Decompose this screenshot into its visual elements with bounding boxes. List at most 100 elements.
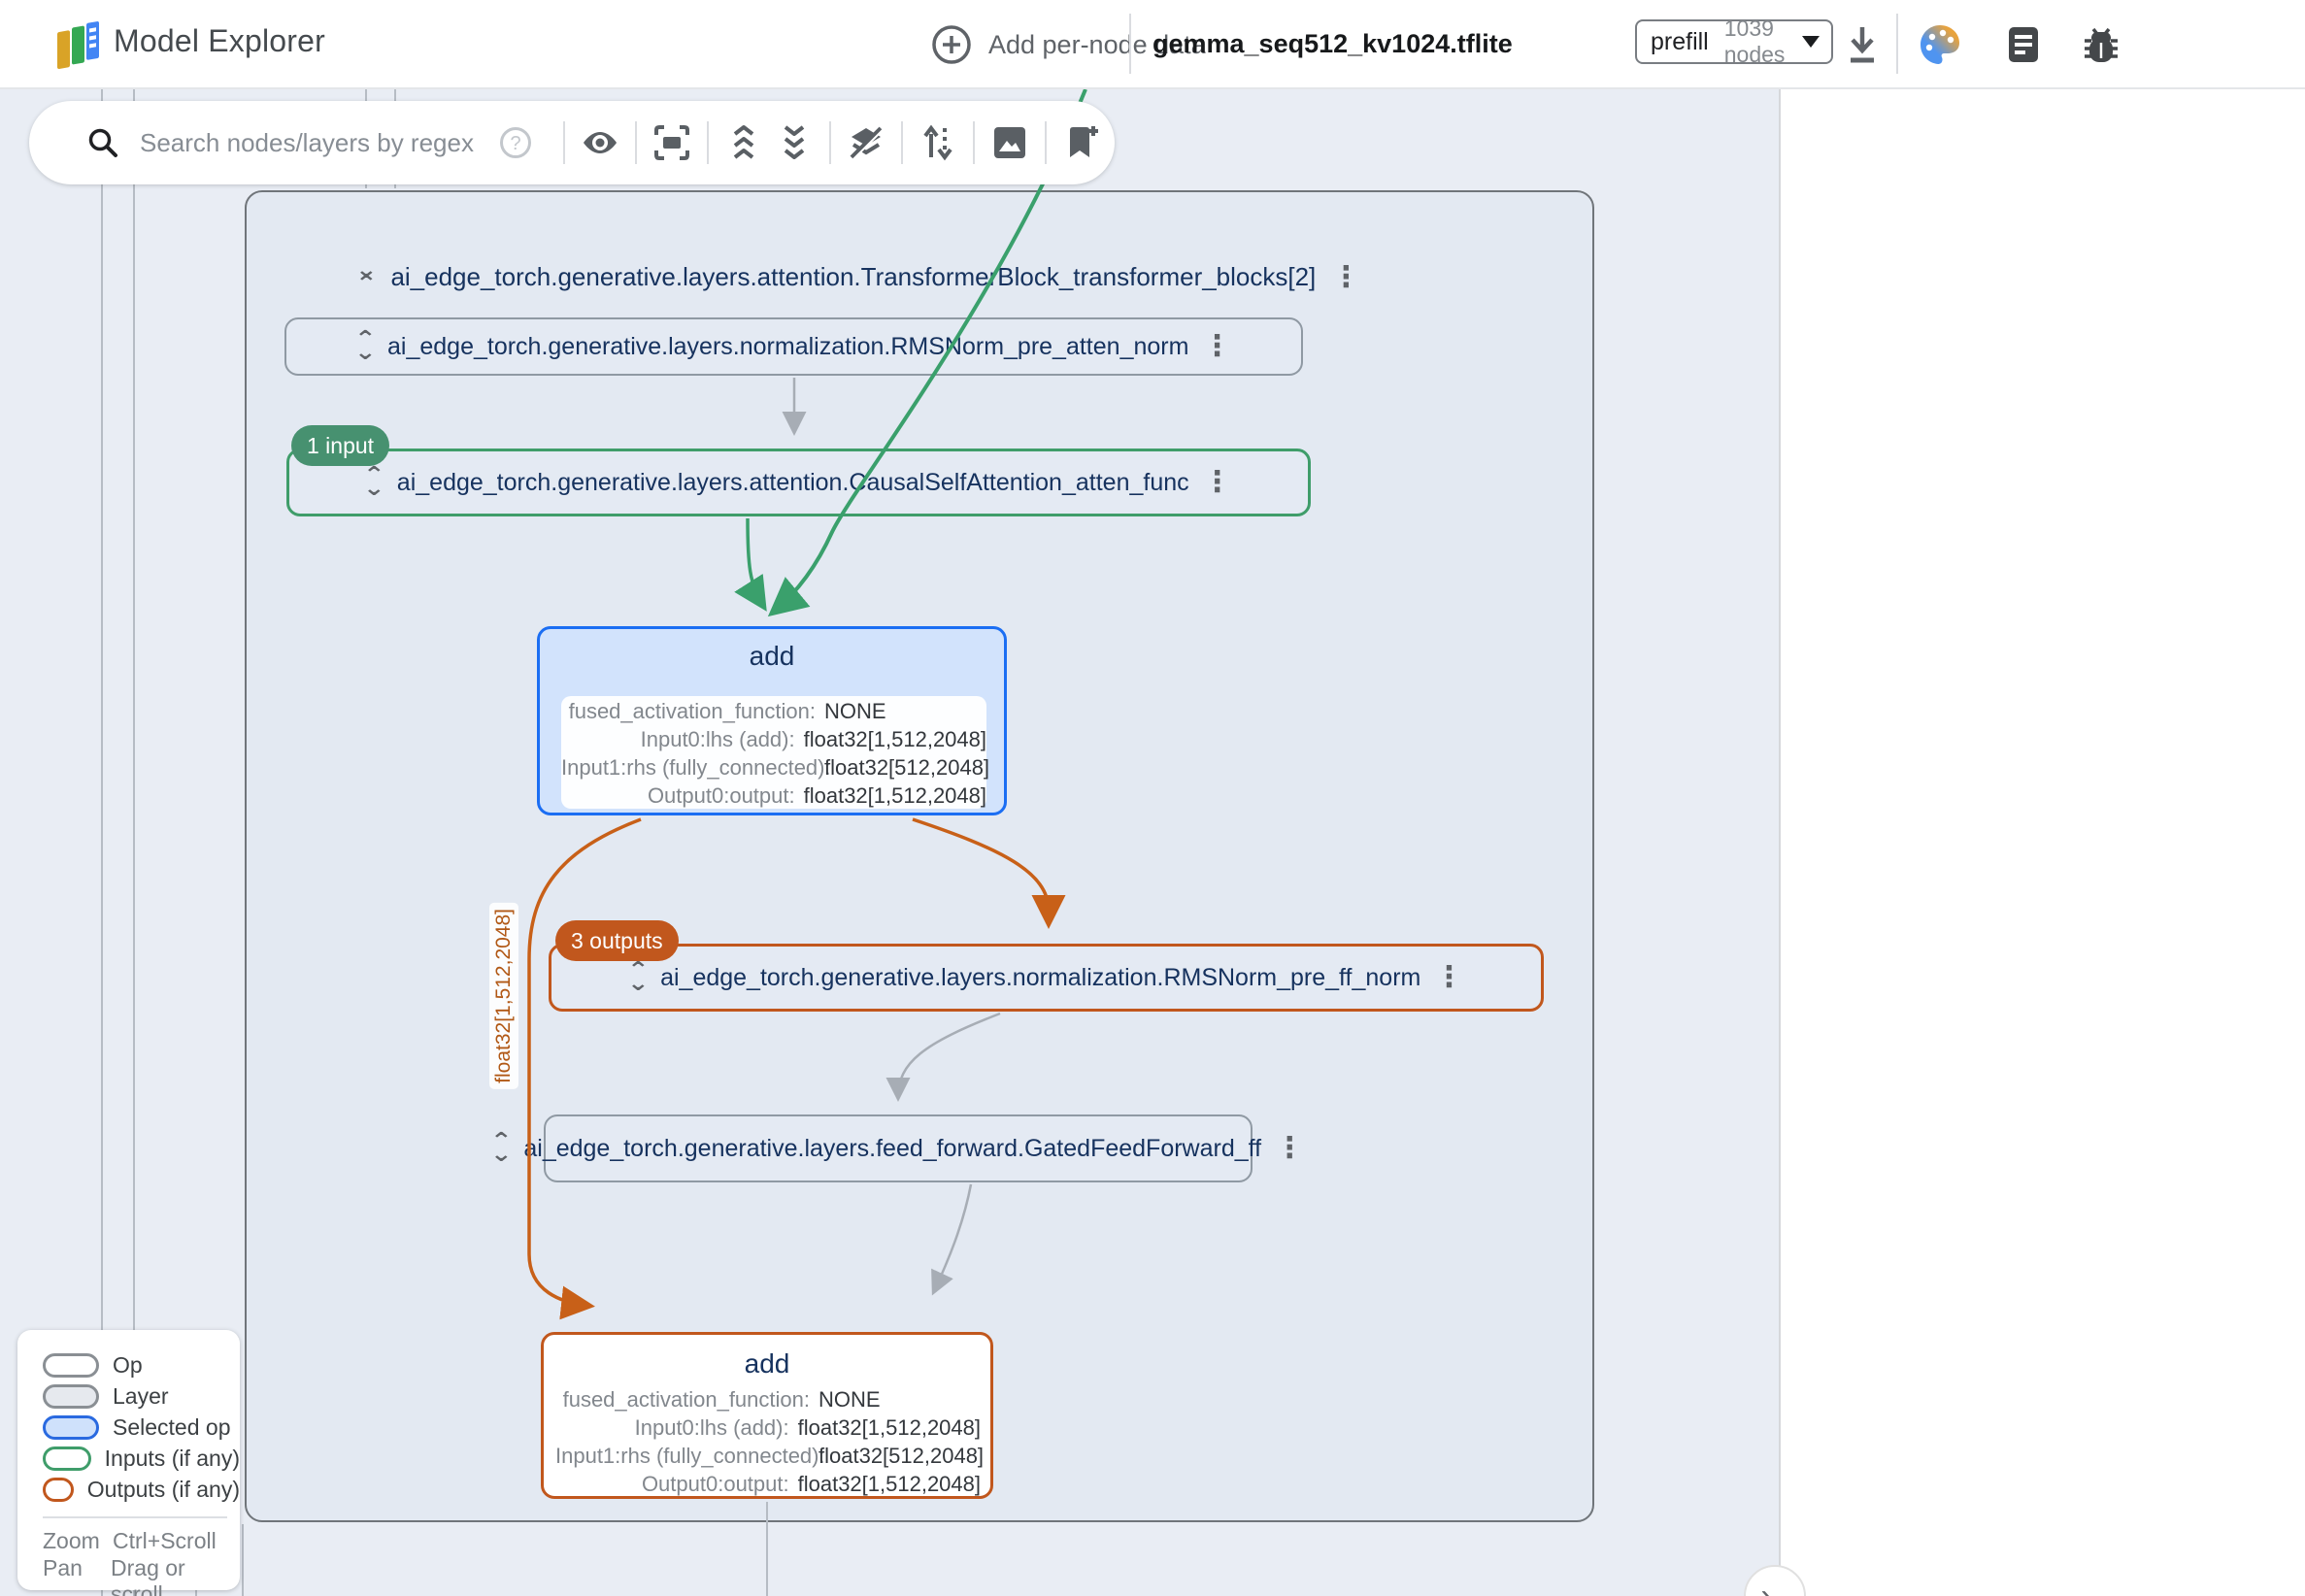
- triple-chevron-down-icon: [776, 122, 813, 163]
- bookmark-add-icon: [1061, 122, 1102, 163]
- model-file-name: gemma_seq512_kv1024.tflite: [1152, 29, 1513, 59]
- node-rmsnorm-pre-atten[interactable]: ⌃⌄ ai_edge_torch.generative.layers.norma…: [284, 317, 1303, 376]
- flatten-layers-button[interactable]: [841, 117, 891, 168]
- node-gated-feed-forward[interactable]: ⌃⌄ ai_edge_torch.generative.layers.feed_…: [544, 1114, 1253, 1182]
- bug-icon: [2080, 23, 2122, 66]
- more-vert-icon[interactable]: ⋮: [1331, 263, 1360, 292]
- more-vert-icon[interactable]: ⋮: [1203, 468, 1232, 497]
- node-add-output[interactable]: add fused_activation_function:NONE Input…: [541, 1332, 993, 1499]
- node-label: ai_edge_torch.generative.layers.normaliz…: [387, 333, 1188, 361]
- legend-label: Outputs (if any): [87, 1477, 240, 1503]
- node-add-selected[interactable]: add fused_activation_function: NONE Input…: [537, 626, 1007, 815]
- header-divider: [1129, 14, 1131, 74]
- node-causal-self-attention[interactable]: ⌃⌄ ai_edge_torch.generative.layers.atten…: [286, 449, 1311, 516]
- theme-palette-button[interactable]: [1917, 21, 1963, 73]
- svg-text:?: ?: [510, 133, 520, 154]
- op-title: add: [540, 641, 1004, 672]
- header-divider: [1896, 14, 1898, 74]
- toolbar-divider: [829, 121, 831, 164]
- collapse-all-layers-button[interactable]: [769, 117, 819, 168]
- legend-layer-swatch: [43, 1384, 99, 1409]
- toggle-visibility-button[interactable]: [575, 117, 625, 168]
- bookmark-button[interactable]: [1056, 117, 1107, 168]
- legend-zoom-value: Ctrl+Scroll: [113, 1528, 217, 1555]
- graph-toolbar: ?: [29, 101, 1115, 184]
- layer-title[interactable]: ai_edge_torch.generative.layers.attentio…: [390, 262, 1316, 292]
- attr-label: Input1:rhs (fully_connected):: [561, 753, 816, 781]
- chevron-right-icon: ›: [1760, 1578, 1771, 1596]
- attr-value: float32[1,512,2048]: [804, 725, 986, 753]
- search-icon: [85, 125, 120, 160]
- layers-off-icon: [846, 122, 886, 163]
- legend-op-swatch: [43, 1353, 99, 1378]
- unfold-more-icon[interactable]: ⌃⌄: [353, 333, 376, 360]
- op-title: add: [544, 1348, 990, 1380]
- attr-value: float32[1,512,2048]: [798, 1413, 981, 1442]
- legend-pan-label: Pan: [43, 1555, 111, 1582]
- graph-selector-dropdown[interactable]: prefill 1039 nodes: [1635, 19, 1833, 64]
- model-explorer-logo: [53, 19, 102, 70]
- layer-transformer-block[interactable]: [245, 190, 1594, 1522]
- legend-label: Op: [113, 1352, 143, 1379]
- toolbar-divider: [707, 121, 709, 164]
- expand-all-layers-button[interactable]: [718, 117, 769, 168]
- unfold-more-icon[interactable]: ⌃⌄: [490, 1135, 513, 1162]
- more-vert-icon[interactable]: ⋮: [1434, 963, 1463, 992]
- legend-label: Layer: [113, 1383, 169, 1410]
- dropdown-caret-icon: [1802, 36, 1820, 48]
- more-vert-icon[interactable]: ⋮: [1275, 1134, 1304, 1163]
- output-count-badge: 3 outputs: [555, 920, 679, 961]
- node-label: ai_edge_torch.generative.layers.normaliz…: [660, 964, 1420, 992]
- palette-icon: [1917, 21, 1963, 68]
- legend-pan-value: Drag or scroll: [111, 1555, 240, 1582]
- attr-value: float32[1,512,2048]: [804, 781, 986, 810]
- graph-name: prefill: [1651, 28, 1709, 56]
- toolbar-divider: [1045, 121, 1047, 164]
- op-attr-box: fused_activation_function: NONE Input0:lh…: [561, 696, 986, 809]
- attr-label: fused_activation_function:: [555, 1385, 810, 1413]
- swap-vert-icon: [918, 122, 958, 163]
- toolbar-divider: [901, 121, 903, 164]
- help-icon[interactable]: ?: [499, 126, 532, 159]
- graph-node-count: 1039 nodes: [1724, 16, 1802, 68]
- download-button[interactable]: [1841, 21, 1884, 71]
- unfold-less-icon[interactable]: ⌄⌃: [355, 264, 378, 291]
- unfold-more-icon[interactable]: ⌃⌄: [363, 469, 385, 496]
- legend-zoom-label: Zoom: [43, 1528, 113, 1555]
- docs-button[interactable]: [2002, 23, 2045, 71]
- legend-outputs-swatch: [43, 1478, 74, 1502]
- legend: Op Layer Selected op Inputs (if any) Out…: [17, 1330, 240, 1590]
- unfold-more-icon[interactable]: ⌃⌄: [626, 964, 649, 991]
- app-title: Model Explorer: [114, 23, 325, 59]
- attr-label: fused_activation_function:: [561, 697, 816, 725]
- legend-label: Selected op: [113, 1414, 230, 1441]
- node-info-panel: [1779, 89, 2305, 1596]
- attr-label: Output0:output:: [561, 781, 795, 810]
- document-icon: [2002, 23, 2045, 66]
- legend-label: Inputs (if any): [105, 1446, 240, 1472]
- search-box[interactable]: ?: [29, 101, 553, 184]
- layer-title-row: ⌄⌃ ai_edge_torch.generative.layers.atten…: [357, 262, 1360, 292]
- fit-to-screen-button[interactable]: [647, 117, 697, 168]
- toolbar-divider: [563, 121, 565, 164]
- attr-value: float32[512,2048]: [818, 1442, 984, 1470]
- attr-label: Output0:output:: [555, 1470, 789, 1498]
- image-icon: [989, 122, 1030, 163]
- reset-layout-button[interactable]: [913, 117, 963, 168]
- node-label: ai_edge_torch.generative.layers.feed_for…: [523, 1135, 1261, 1163]
- app-header: Model Explorer Add per-node data gemma_s…: [0, 0, 2305, 89]
- attr-value: float32[1,512,2048]: [798, 1470, 981, 1498]
- center-focus-icon: [651, 122, 692, 163]
- report-bug-button[interactable]: [2080, 23, 2122, 71]
- circle-plus-icon: [930, 23, 973, 66]
- legend-divider: [43, 1516, 227, 1518]
- export-image-button[interactable]: [985, 117, 1035, 168]
- download-icon: [1841, 21, 1884, 66]
- attr-label: Input0:lhs (add):: [561, 725, 795, 753]
- node-rmsnorm-pre-ff[interactable]: ⌃⌄ ai_edge_torch.generative.layers.norma…: [549, 944, 1544, 1012]
- search-input[interactable]: [140, 128, 499, 158]
- legend-inputs-swatch: [43, 1446, 91, 1471]
- attr-value: NONE: [824, 697, 886, 725]
- op-attr-box: fused_activation_function:NONE Input0:lh…: [555, 1385, 981, 1498]
- more-vert-icon[interactable]: ⋮: [1202, 332, 1231, 361]
